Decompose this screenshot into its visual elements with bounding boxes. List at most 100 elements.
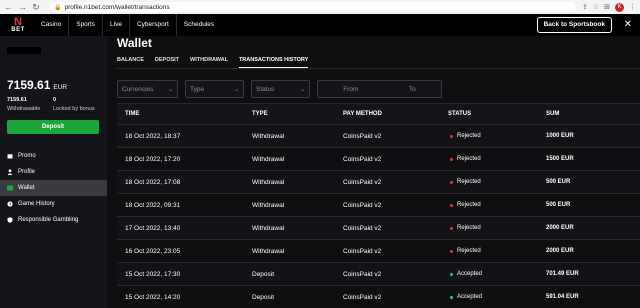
tabs-divider: [117, 68, 640, 69]
menu-item-cybersport[interactable]: Cybersport: [128, 14, 176, 36]
back-arrow-icon[interactable]: ←: [4, 0, 13, 14]
sidebar-item-wallet[interactable]: Wallet: [0, 180, 107, 196]
sidebar-item-promo[interactable]: Promo: [0, 148, 107, 164]
status-text: Rejected: [457, 133, 481, 139]
sidebar-item-label: Profile: [18, 169, 36, 175]
chevron-down-icon: ⌄: [167, 86, 173, 93]
status-dot-icon: [450, 226, 453, 230]
wallet-icon: [7, 185, 13, 191]
sidebar-item-profile[interactable]: Profile: [0, 164, 107, 180]
share-icon[interactable]: ⇪: [582, 3, 588, 11]
history-icon: [7, 201, 13, 207]
balance-currency: EUR: [53, 84, 68, 91]
tab-balance[interactable]: BALANCE: [117, 56, 144, 68]
currencies-select[interactable]: Currencies ⌄: [117, 80, 178, 98]
menu-item-live[interactable]: Live: [102, 14, 129, 36]
status-text: Rejected: [457, 179, 481, 185]
withdrawable-label: Withdrawable: [7, 106, 41, 112]
cell-type: Withdrawal: [252, 155, 285, 163]
column-header-pay-method: PAY METHOD: [343, 111, 382, 117]
cell-type: Withdrawal: [252, 247, 285, 255]
cell-status: Rejected: [448, 133, 546, 139]
table-row[interactable]: 16 Oct 2022, 23:05 Withdrawal CoinsPaid v2…: [117, 240, 640, 263]
address-bar[interactable]: 🔒 profile.n1bet.com/wallet/transactions: [50, 2, 576, 12]
cell-sum: 2000 EUR: [546, 248, 574, 254]
tab-withdrawal[interactable]: WITHDRAWAL: [190, 56, 228, 68]
sidebar-item-responsible-gambling[interactable]: Responsible Gambling: [0, 212, 107, 228]
status-select[interactable]: Status ⌄: [251, 80, 310, 98]
locked-label: Locked by bonus: [53, 106, 95, 112]
locked-stat: 0 Locked by bonus: [53, 97, 95, 112]
main-content: Wallet BALANCE DEPOSIT WITHDRAWAL TRANSA…: [107, 36, 640, 308]
status-dot-icon: [450, 249, 453, 253]
table-row[interactable]: 18 Oct 2022, 17:20 Withdrawal CoinsPaid v2…: [117, 148, 640, 171]
table-row[interactable]: 15 Oct 2022, 14:20 Deposit CoinsPaid v2 Acc…: [117, 286, 640, 308]
menu-item-schedules[interactable]: Schedules: [175, 14, 221, 36]
cell-status: Accepted: [448, 271, 546, 277]
cell-time: 15 Oct 2022, 17:30: [125, 270, 181, 278]
withdrawable-value: 7159.61: [7, 97, 27, 103]
cell-status: Rejected: [448, 202, 546, 208]
close-icon[interactable]: ✕: [624, 17, 632, 33]
cell-type: Withdrawal: [252, 178, 285, 186]
logo-text: BET: [11, 26, 25, 33]
wallet-tabs: BALANCE DEPOSIT WITHDRAWAL TRANSACTIONS …: [117, 56, 309, 68]
forward-arrow-icon[interactable]: →: [18, 0, 27, 14]
status-dot-icon: [450, 134, 453, 138]
filters-bar: Currencies ⌄ Type ⌄ Status ⌄ From To: [117, 80, 442, 98]
cell-pay-method: CoinsPaid v2: [343, 270, 382, 278]
sidebar-item-label: Promo: [18, 153, 36, 159]
cell-sum: 500 EUR: [546, 179, 571, 185]
sidebar-item-label: Responsible Gambling: [18, 217, 79, 223]
cell-sum: 1500 EUR: [546, 156, 574, 162]
deposit-button[interactable]: Deposit: [7, 120, 99, 134]
cell-pay-method: CoinsPaid v2: [343, 224, 382, 232]
menu-item-casino[interactable]: Casino: [34, 14, 68, 36]
page-title: Wallet: [117, 36, 152, 50]
lock-icon: 🔒: [54, 4, 62, 11]
calendar-icon: [7, 154, 13, 159]
cell-time: 16 Oct 2022, 23:05: [125, 247, 181, 255]
cell-status: Rejected: [448, 248, 546, 254]
browser-menu-icon[interactable]: ⋮: [629, 3, 636, 11]
status-dot-icon: [450, 180, 453, 184]
masked-username: [7, 47, 41, 54]
chevron-down-icon: ⌄: [299, 86, 305, 93]
tab-deposit[interactable]: DEPOSIT: [155, 56, 179, 68]
browser-toolbar: ← → ↻ 🔒 profile.n1bet.com/wallet/transac…: [0, 0, 640, 14]
table-row[interactable]: 15 Oct 2022, 17:30 Deposit CoinsPaid v2 Acc…: [117, 263, 640, 286]
logo-mark: N: [14, 15, 22, 28]
table-row[interactable]: 17 Oct 2022, 13:40 Withdrawal CoinsPaid v2…: [117, 217, 640, 240]
cell-status: Accepted: [448, 294, 546, 300]
back-to-sportsbook-button[interactable]: Back to Sportsbook: [536, 17, 612, 33]
to-date-input[interactable]: To: [409, 86, 416, 93]
shield-icon: [7, 217, 13, 223]
menu-item-sports[interactable]: Sports: [68, 14, 102, 36]
profile-avatar[interactable]: K: [615, 2, 624, 12]
table-row[interactable]: 18 Oct 2022, 17:08 Withdrawal CoinsPaid v2…: [117, 171, 640, 194]
cell-type: Withdrawal: [252, 132, 285, 140]
reload-icon[interactable]: ↻: [32, 0, 40, 14]
date-range-picker[interactable]: From To: [317, 80, 442, 98]
table-row[interactable]: 18 Oct 2022, 18:37 Withdrawal CoinsPaid v2…: [117, 125, 640, 148]
cell-time: 18 Oct 2022, 09:31: [125, 201, 181, 209]
sidebar: 7159.61 EUR 7159.61 Withdrawable 0 Locked…: [0, 36, 107, 308]
transactions-table: TIME TYPE PAY METHOD STATUS SUM 18 Oct 2…: [117, 103, 640, 308]
type-placeholder: Type: [190, 85, 205, 93]
site-logo[interactable]: N BET: [4, 14, 32, 36]
from-date-input[interactable]: From: [343, 86, 358, 93]
type-select[interactable]: Type ⌄: [185, 80, 244, 98]
star-icon[interactable]: ☆: [593, 3, 599, 11]
tab-transactions-history[interactable]: TRANSACTIONS HISTORY: [238, 56, 309, 68]
extensions-icon[interactable]: ⊞: [604, 3, 610, 11]
status-text: Rejected: [457, 225, 481, 231]
cell-type: Withdrawal: [252, 224, 285, 232]
currencies-placeholder: Currencies: [122, 85, 154, 93]
status-text: Rejected: [457, 202, 481, 208]
table-row[interactable]: 18 Oct 2022, 09:31 Withdrawal CoinsPaid v2…: [117, 194, 640, 217]
main-menu: Casino Sports Live Cybersport Schedules: [34, 14, 221, 36]
cell-sum: 2000 EUR: [546, 225, 574, 231]
cell-sum: 701.49 EUR: [546, 271, 579, 277]
sidebar-item-game-history[interactable]: Game History: [0, 196, 107, 212]
sidebar-item-label: Wallet: [18, 185, 35, 191]
